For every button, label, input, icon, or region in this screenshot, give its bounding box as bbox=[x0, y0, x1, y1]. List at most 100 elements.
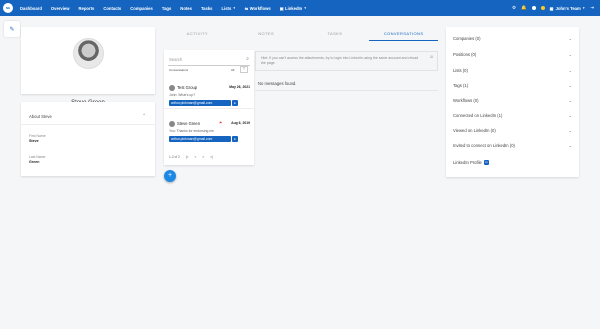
hint-text: Hint: If you can't access the attachment… bbox=[261, 56, 419, 65]
contact-avatar bbox=[73, 38, 104, 69]
search-input[interactable]: Search bbox=[169, 57, 182, 62]
linkedin-icon: ▣ bbox=[279, 5, 284, 11]
side-item-label: Workflows (0) bbox=[453, 98, 479, 103]
add-conversation-button[interactable]: + bbox=[164, 170, 176, 182]
chevron-down-icon: ▼ bbox=[303, 6, 307, 10]
tab-conversations[interactable]: CONVERSATIONS bbox=[369, 27, 438, 41]
side-item-label: Invited to connect on LinkedIn (0) bbox=[453, 143, 515, 148]
chevron-down-icon: ⌄ bbox=[568, 68, 572, 73]
team-switcher[interactable]: ▦ John's Team ▼ bbox=[550, 6, 586, 11]
nav-overview[interactable]: Overview bbox=[51, 6, 70, 11]
side-item-connected[interactable]: Connected on LinkedIn (1) ⌄ bbox=[453, 113, 572, 118]
conversation-date: May 26, 2021 bbox=[229, 85, 250, 89]
side-item-label: LinkedIn Profile bbox=[453, 160, 482, 165]
divider bbox=[255, 90, 438, 91]
logout-icon[interactable]: ⇥ bbox=[590, 5, 594, 11]
team-icon: ▦ bbox=[549, 5, 554, 11]
nav-tags[interactable]: Tags bbox=[162, 6, 171, 11]
nav-dashboard[interactable]: Dashboard bbox=[20, 6, 42, 11]
side-item-label: Lists (0) bbox=[453, 68, 468, 73]
bell-icon[interactable]: 🔔 bbox=[521, 5, 527, 11]
nav-reports[interactable]: Reports bbox=[79, 6, 95, 11]
chevron-down-icon: ▼ bbox=[232, 6, 236, 10]
prev-page-button[interactable]: < bbox=[195, 155, 197, 159]
side-item-tags[interactable]: Tags (1) ⌄ bbox=[453, 83, 572, 88]
app-logo[interactable]: NG bbox=[3, 3, 13, 13]
tab-activity[interactable]: ACTIVITY bbox=[163, 27, 232, 41]
email-chip[interactable]: arthur.pinkman@gmail.com bbox=[169, 100, 231, 106]
nav-lists-label: Lists bbox=[221, 5, 232, 11]
workflow-icon: ⇆ bbox=[244, 5, 249, 11]
next-page-button[interactable]: > bbox=[202, 155, 204, 159]
nav-tasks[interactable]: Tasks bbox=[201, 6, 213, 11]
conversations-header: Conversations bbox=[169, 68, 189, 72]
last-name-value: Green bbox=[29, 160, 40, 164]
filter-icon[interactable]: ⊤ bbox=[240, 66, 248, 73]
nav-workflows[interactable]: ⇆ Workflows bbox=[245, 6, 271, 11]
side-item-label: Viewed on LinkedIn (0) bbox=[453, 128, 496, 133]
sun-icon[interactable] bbox=[540, 6, 545, 10]
conversation-name: Test Group bbox=[177, 85, 198, 90]
side-item-label: Tags (1) bbox=[453, 83, 469, 88]
status-dot-icon[interactable] bbox=[531, 6, 536, 10]
nav-linkedin[interactable]: ▣ LinkedIn ▼ bbox=[280, 6, 307, 11]
conversation-snippet: John: What's up? bbox=[169, 93, 196, 97]
nav-lists[interactable]: Lists ▼ bbox=[222, 6, 236, 11]
linkedin-icon[interactable]: in bbox=[232, 136, 238, 142]
top-navigation-bar: NG Dashboard Overview Reports Contacts C… bbox=[0, 0, 600, 16]
last-page-button[interactable]: >| bbox=[210, 155, 213, 159]
nav-workflows-label: Workflows bbox=[249, 5, 271, 11]
avatar bbox=[169, 121, 175, 127]
main-nav: Dashboard Overview Reports Contacts Comp… bbox=[20, 6, 316, 11]
search-icon[interactable]: ⌕ bbox=[246, 56, 249, 62]
nav-contacts[interactable]: Contacts bbox=[103, 6, 121, 11]
nav-notes[interactable]: Notes bbox=[180, 6, 192, 11]
side-item-viewed[interactable]: Viewed on LinkedIn (0) ⌄ bbox=[453, 128, 572, 133]
side-item-lists[interactable]: Lists (0) ⌄ bbox=[453, 68, 572, 73]
tab-notes[interactable]: NOTES bbox=[232, 27, 301, 41]
first-name-value: Steve bbox=[29, 139, 39, 143]
tab-tasks[interactable]: TASKS bbox=[301, 27, 370, 41]
hint-banner: Hint: If you can't access the attachment… bbox=[255, 51, 438, 71]
chevron-down-icon: ▼ bbox=[582, 6, 586, 10]
empty-messages: No messages found. bbox=[258, 81, 297, 86]
chevron-up-icon[interactable]: ⌃ bbox=[142, 113, 146, 119]
chevron-down-icon: ⌄ bbox=[568, 52, 572, 57]
search-underline bbox=[168, 65, 250, 66]
side-item-positions[interactable]: Positions (0) ⌄ bbox=[453, 52, 572, 57]
chevron-down-icon: ⌄ bbox=[568, 143, 572, 148]
side-item-companies[interactable]: Companies (0) ⌄ bbox=[453, 36, 572, 41]
side-item-workflows[interactable]: Workflows (0) ⌄ bbox=[453, 98, 572, 103]
chevron-down-icon: ⌄ bbox=[568, 98, 572, 103]
about-card: About Steve ⌃ First Name Steve Last Name… bbox=[21, 102, 155, 176]
settings-icon[interactable]: ⚙ bbox=[512, 5, 516, 11]
side-item-invited[interactable]: Invited to connect on LinkedIn (0) ⌄ bbox=[453, 143, 572, 148]
conversation-name: Steve Green bbox=[177, 121, 200, 126]
divider bbox=[21, 124, 155, 125]
first-page-button[interactable]: |< bbox=[186, 155, 189, 159]
about-title: About Steve bbox=[29, 114, 52, 119]
edit-contact-button[interactable]: ✎ bbox=[4, 21, 20, 37]
conversation-snippet: You: Thanks for endorsing me bbox=[169, 129, 215, 133]
conversation-filter-select[interactable]: All bbox=[231, 68, 234, 72]
email-chip[interactable]: arthur.pinkman@gmail.com bbox=[169, 136, 231, 142]
pencil-icon: ✎ bbox=[9, 26, 15, 33]
related-panel: Companies (0) ⌄ Positions (0) ⌄ Lists (0) ⌄… bbox=[446, 27, 579, 177]
side-item-linkedin-profile[interactable]: LinkedIn Profile in bbox=[453, 160, 572, 166]
plus-icon: + bbox=[167, 172, 173, 179]
nav-companies[interactable]: Companies bbox=[130, 6, 153, 11]
conversation-list: Search ⌕ Conversations All ⊤ Test Group … bbox=[164, 50, 254, 165]
topbar-right-actions: ⚙ 🔔 ▦ John's Team ▼ ⇥ bbox=[512, 0, 594, 16]
close-icon[interactable]: ⊠ bbox=[430, 55, 433, 59]
side-item-label: Connected on LinkedIn (1) bbox=[453, 113, 503, 118]
first-name-label: First Name bbox=[29, 134, 46, 138]
linkedin-icon[interactable]: in bbox=[232, 100, 238, 106]
page-range: 1-2 of 2 bbox=[169, 155, 180, 159]
last-name-label: Last Name bbox=[29, 155, 46, 159]
linkedin-icon[interactable]: in bbox=[483, 160, 489, 166]
pagination: 1-2 of 2 |< < > >| bbox=[169, 155, 213, 159]
avatar bbox=[169, 85, 175, 91]
side-item-label: Companies (0) bbox=[453, 36, 481, 41]
flag-icon: ⚑ bbox=[219, 121, 223, 125]
nav-linkedin-label: LinkedIn bbox=[285, 5, 303, 11]
